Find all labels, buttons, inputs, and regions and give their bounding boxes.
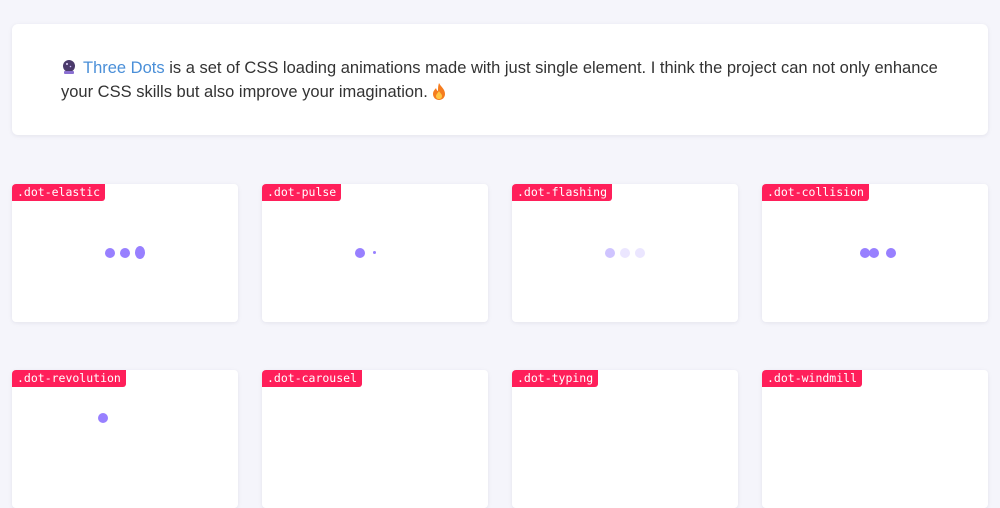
dot-flashing-animation bbox=[512, 184, 738, 322]
fire-icon bbox=[432, 83, 446, 100]
dot-elastic-animation bbox=[12, 184, 238, 322]
dot bbox=[869, 248, 879, 258]
dot-revolution-animation bbox=[12, 370, 238, 508]
intro-card: Three Dots is a set of CSS loading anima… bbox=[12, 24, 988, 135]
dot-carousel-animation bbox=[262, 370, 488, 508]
loader-card-dot-pulse: .dot-pulse bbox=[262, 184, 488, 322]
dot bbox=[620, 248, 630, 258]
dot-windmill-animation bbox=[762, 370, 988, 508]
loader-card-dot-typing: .dot-typing bbox=[512, 370, 738, 508]
loader-card-dot-flashing: .dot-flashing bbox=[512, 184, 738, 322]
intro-text: is a set of CSS loading animations made … bbox=[61, 59, 938, 101]
loader-card-dot-carousel: .dot-carousel bbox=[262, 370, 488, 508]
dot bbox=[373, 251, 376, 254]
loader-card-dot-collision: .dot-collision bbox=[762, 184, 988, 322]
intro-paragraph: Three Dots is a set of CSS loading anima… bbox=[61, 56, 948, 104]
dot bbox=[98, 413, 108, 423]
three-dots-link[interactable]: Three Dots bbox=[83, 59, 165, 77]
dot bbox=[355, 248, 365, 258]
dot bbox=[120, 248, 130, 258]
loader-card-dot-elastic: .dot-elastic bbox=[12, 184, 238, 322]
dot bbox=[635, 248, 645, 258]
dot bbox=[105, 248, 115, 258]
dot-typing-animation bbox=[512, 370, 738, 508]
dot bbox=[605, 248, 615, 258]
crystal-ball-icon bbox=[61, 59, 77, 75]
loader-card-dot-revolution: .dot-revolution bbox=[12, 370, 238, 508]
dot-collision-animation bbox=[762, 184, 988, 322]
dot bbox=[886, 248, 896, 258]
loader-card-dot-windmill: .dot-windmill bbox=[762, 370, 988, 508]
dot-pulse-animation bbox=[262, 184, 488, 322]
dot bbox=[135, 246, 145, 259]
